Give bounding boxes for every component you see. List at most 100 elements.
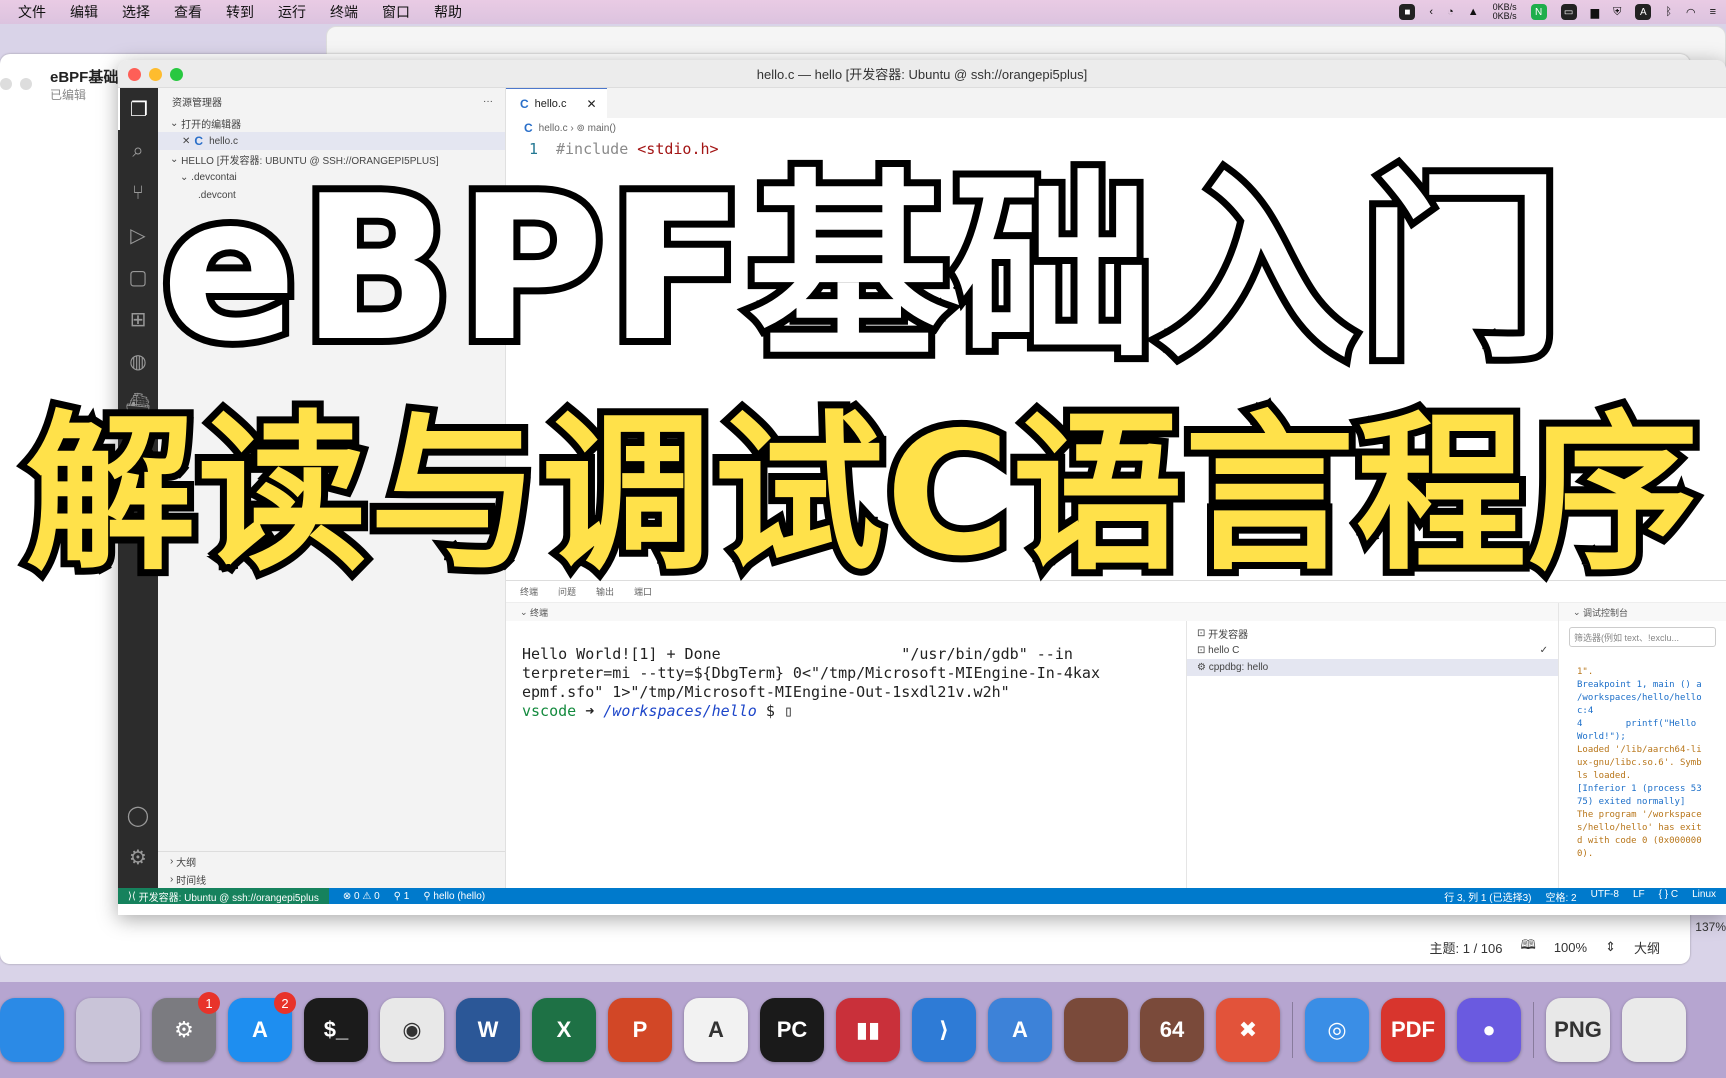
menu-file[interactable]: 文件 [18,2,46,22]
terminal-output[interactable]: Hello World![1] + Done "/usr/bin/gdb" --… [506,621,1186,889]
dock-powerpoint-icon[interactable]: P [608,998,672,1062]
account-icon[interactable]: ◯ [118,794,158,836]
menu-go[interactable]: 转到 [226,2,254,22]
input-method-icon[interactable]: A [1635,4,1652,20]
problems-count[interactable]: ⊗ 0 ⚠ 0 [343,891,380,902]
menu-view[interactable]: 查看 [174,2,202,22]
menu-edit[interactable]: 编辑 [70,2,98,22]
dock-icon-glyph: PNG [1554,1017,1602,1042]
menu-selection[interactable]: 选择 [122,2,150,22]
ports-count[interactable]: ⚲ 1 [394,891,410,902]
dock-pdf-expert-icon[interactable]: PDF [1381,998,1445,1062]
dock-chrome-icon[interactable]: ◉ [380,998,444,1062]
breadcrumb-file[interactable]: hello.c [539,123,568,134]
function-icon: ⊚ [576,122,585,134]
debug-target[interactable]: ⚲ hello (hello) [423,891,485,902]
tab-hello-c[interactable]: C hello.c ✕ [506,88,607,118]
dock-icon-glyph: A [252,1017,268,1042]
prompt-arrow: ➜ [585,702,595,720]
control-center-icon[interactable]: ≡ [1710,6,1716,18]
dock-system-settings-icon[interactable]: ⚙ 1 [152,992,220,1062]
chevron-left-icon[interactable]: ‹ [1429,6,1433,18]
dock-siri-icon[interactable]: ● [1457,998,1521,1062]
clock-icon[interactable]: ◔ [1447,6,1454,18]
dock-pycharm-icon[interactable]: PC [760,998,824,1062]
dock-finder-icon[interactable] [0,998,64,1062]
debug-line: Loaded '/lib/aarch64-li [1577,745,1702,755]
dock-xcode-app-icon[interactable]: A [988,998,1052,1062]
debug-output[interactable]: 1". Breakpoint 1, main () a/workspaces/he… [1559,653,1726,887]
debug-line: ls loaded. [1577,771,1632,781]
screen-icon[interactable]: ▆ [1591,6,1599,19]
gear-icon[interactable]: ⚙ [118,836,158,878]
close-tab-icon[interactable]: ✕ [586,97,596,111]
close-window-button[interactable] [128,68,141,81]
indentation[interactable]: 空格: 2 [1545,889,1576,904]
debug-line: ux-gnu/libc.so.6'. Symb [1577,758,1702,768]
book-icon[interactable]: 🕮 [1521,936,1536,958]
menu-run[interactable]: 运行 [278,2,306,22]
record-icon[interactable]: ■ [1399,4,1416,20]
dock-launchpad-icon[interactable] [76,998,140,1062]
language-mode[interactable]: { } C [1659,889,1678,904]
menu-window[interactable]: 窗口 [382,2,410,22]
debug-filter-input[interactable]: 筛选器(例如 text、!exclu... [1569,627,1716,647]
cursor-position[interactable]: 行 3, 列 1 (已选择3) [1444,889,1531,904]
shield-icon[interactable]: ⛨ [1613,6,1621,19]
debug-line: c:4 [1577,706,1594,716]
dock-word-icon[interactable]: W [456,998,520,1062]
cat-icon[interactable]: ▲ [1468,6,1479,18]
dock-trash-icon[interactable] [1622,998,1686,1062]
outline-section[interactable]: › 大纲 [158,852,505,870]
remote-icon: ⟩⟨ [128,890,139,902]
close-icon[interactable]: ✕ [182,136,190,147]
dock-icon-glyph: PC [776,1017,808,1042]
window-controls [128,68,183,81]
more-actions-icon[interactable]: ··· [483,96,493,107]
dock-parallels-icon[interactable]: ▮▮ [836,998,900,1062]
zoom-stepper-icon[interactable]: ⇕ [1605,939,1616,955]
zoom-level[interactable]: 100% [1554,940,1587,955]
dock-icon-glyph: A [1012,1017,1028,1042]
dock-vscode-icon[interactable]: ⟩ [912,998,976,1062]
bluetooth-icon[interactable]: ᛒ [1665,6,1672,18]
timeline-section[interactable]: › 时间线 [158,870,505,888]
debug-console-header[interactable]: ⌄ 调试控制台 [1559,603,1726,621]
macos-dock: ⚙ 1 A 2 $_ ◉ W X P A PC ▮▮ ⟩ A 64 ✖ ◎ PDF ● PNG [0,982,1726,1078]
dock-icon-glyph: ▮▮ [855,1017,881,1042]
line-ending[interactable]: LF [1633,889,1645,904]
dock-excel-icon[interactable]: X [532,998,596,1062]
dock-portrait-app-icon[interactable] [1064,998,1128,1062]
explorer-header: 资源管理器 ··· [158,88,505,114]
menu-terminal[interactable]: 终端 [330,2,358,22]
breadcrumb-function[interactable]: main() [588,123,616,134]
wifi-icon[interactable]: ◠ [1686,6,1696,19]
explorer-icon[interactable]: ❐ [118,88,158,130]
open-editors-section[interactable]: ⌄ 打开的编辑器 [158,114,505,132]
os-indicator[interactable]: Linux [1692,889,1716,904]
n-icon[interactable]: N [1530,4,1547,20]
status-tray: ■ ‹ ◔ ▲ 0KB/s 0KB/s N ▭ ▆ ⛨ A ᛒ ◠ ≡ [1399,0,1716,24]
open-editor-item[interactable]: ✕ C hello.c [158,132,505,150]
debug-line: /workspaces/hello/hello [1577,693,1702,703]
dock-safari-icon[interactable]: ◎ [1305,998,1369,1062]
dock-terminal-icon[interactable]: $_ [304,998,368,1062]
maximize-window-button[interactable] [170,68,183,81]
dock-portrait-app-64-icon[interactable]: 64 [1140,998,1204,1062]
dock-xmind-icon[interactable]: ✖ [1216,998,1280,1062]
minimize-window-button[interactable] [149,68,162,81]
terminal-item-label: cppdbg: hello [1208,662,1269,673]
terminal-item-hello[interactable]: ⊡ hello C ✓ [1187,642,1558,659]
dock-instruments-icon[interactable]: A [684,998,748,1062]
terminal-item-cppdbg[interactable]: ⚙ cppdbg: hello [1187,659,1558,676]
terminal-section-header[interactable]: ⌄ 终端 [506,603,1558,621]
outline-button[interactable]: 大纲 [1634,938,1660,957]
remote-indicator[interactable]: ⟩⟨ 开发容器: Ubuntu @ ssh://orangepi5plus [118,888,329,904]
debug-line: The program '/workspace [1577,810,1702,820]
dock-preview-icon[interactable]: PNG [1546,998,1610,1062]
toggle-icon[interactable]: ▭ [1560,4,1577,20]
menu-help[interactable]: 帮助 [434,2,462,22]
encoding[interactable]: UTF-8 [1591,889,1619,904]
dock-app-store-icon[interactable]: A2 [228,992,296,1062]
terminal-item-devcontainer[interactable]: ⊡ 开发容器 [1187,625,1558,642]
